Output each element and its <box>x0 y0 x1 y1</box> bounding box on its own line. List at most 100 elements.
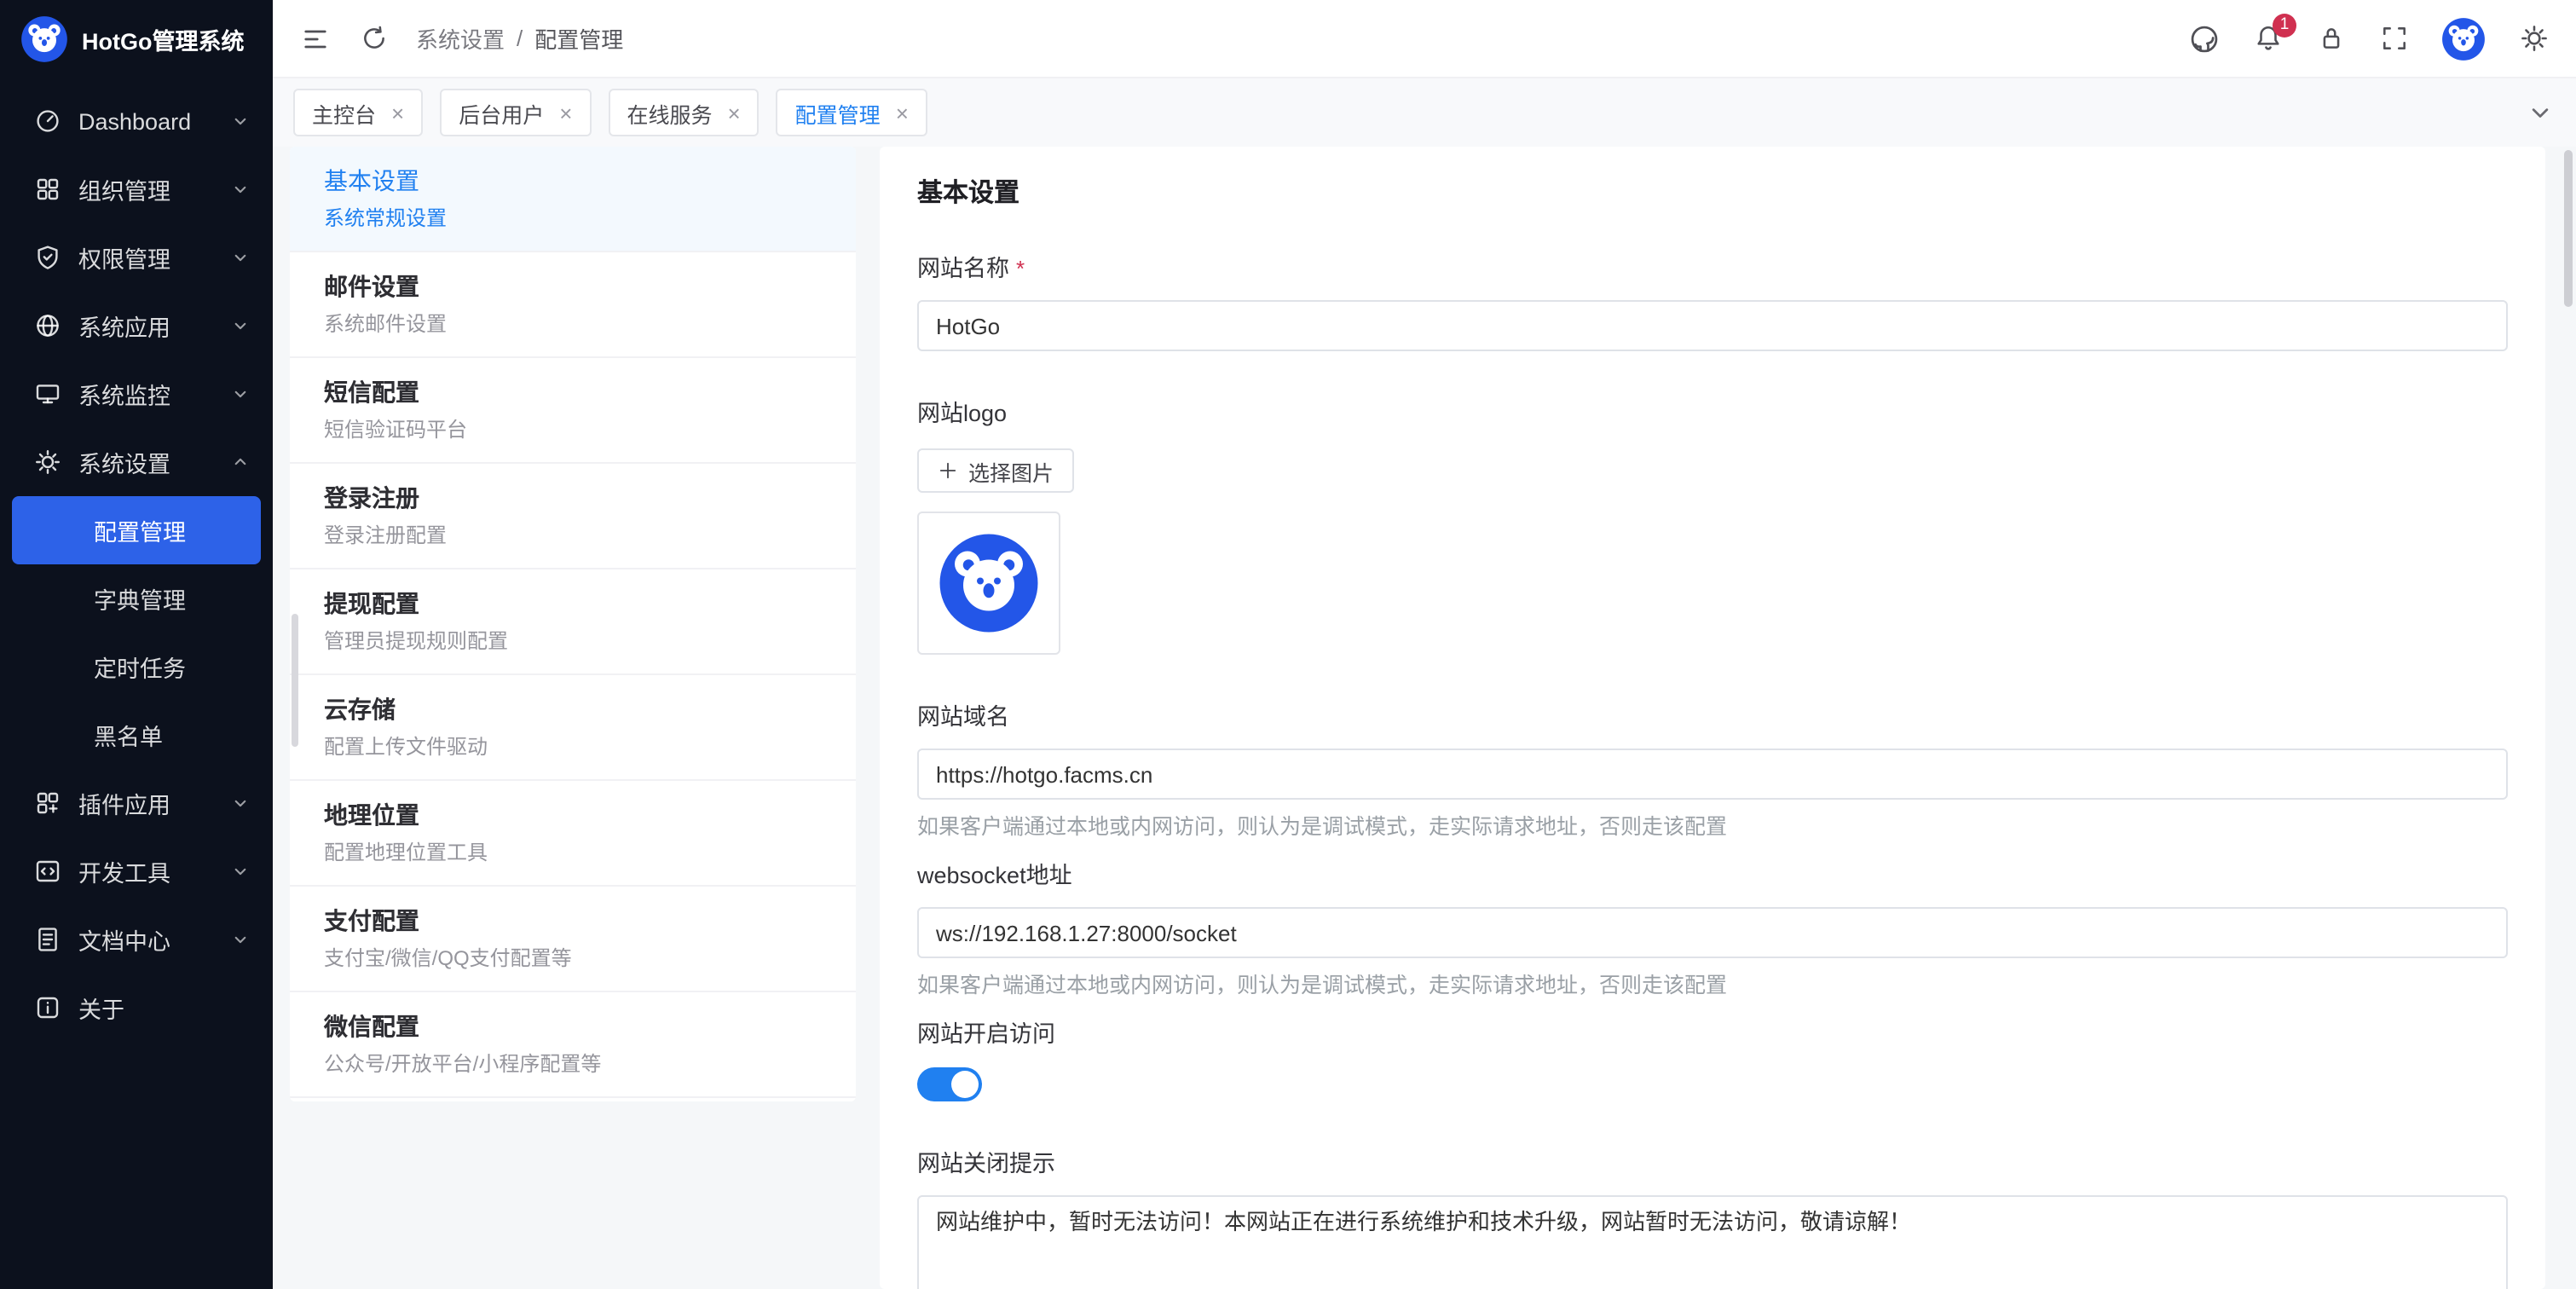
main-area: 系统设置 / 配置管理 1 主控台 × 后台用 <box>273 0 2576 1289</box>
settings-gear-icon[interactable] <box>2518 23 2549 54</box>
reload-icon[interactable] <box>358 23 389 54</box>
chevron-down-icon <box>228 382 252 406</box>
header-actions: 1 <box>2189 16 2549 61</box>
document-icon <box>34 926 61 953</box>
sidebar-subitem-dict[interactable]: 字典管理 <box>12 564 261 633</box>
settings-nav-sms[interactable]: 短信配置 短信验证码平台 <box>290 358 856 464</box>
settings-nav-title: 基本设置 <box>324 164 822 198</box>
settings-nav-title: 支付配置 <box>324 904 822 938</box>
sidebar-item-org[interactable]: 组织管理 <box>0 155 273 223</box>
sidebar-nav: Dashboard 组织管理 权限管理 系统应用 系统监控 <box>0 77 273 1289</box>
sidebar-item-about[interactable]: 关于 <box>0 974 273 1042</box>
sidebar-item-label: 插件应用 <box>78 786 228 820</box>
sidebar-item-label: Dashboard <box>78 108 228 134</box>
tab-config-manage[interactable]: 配置管理 × <box>777 89 927 136</box>
tab-label: 在线服务 <box>627 96 712 129</box>
site-name-input[interactable] <box>917 300 2508 351</box>
settings-nav-subtitle: 短信验证码平台 <box>324 416 822 445</box>
grid-icon <box>34 176 61 203</box>
required-asterisk: * <box>1016 256 1025 281</box>
site-domain-helper-text: 如果客户端通过本地或内网访问，则认为是调试模式，走实际请求地址，否则走该配置 <box>917 813 2508 841</box>
tab-admin-users[interactable]: 后台用户 × <box>440 89 591 136</box>
site-open-toggle[interactable] <box>917 1067 982 1101</box>
sidebar-item-permission[interactable]: 权限管理 <box>0 223 273 292</box>
app-title: HotGo管理系统 <box>82 21 245 55</box>
tab-close-icon[interactable]: × <box>727 101 740 124</box>
sidebar-subitem-blacklist[interactable]: 黑名单 <box>12 701 261 769</box>
settings-nav-subtitle: 支付宝/微信/QQ支付配置等 <box>324 945 822 974</box>
settings-nav-wechat[interactable]: 微信配置 公众号/开放平台/小程序配置等 <box>290 992 856 1098</box>
settings-nav-title: 短信配置 <box>324 375 822 409</box>
notification-badge: 1 <box>2273 13 2296 37</box>
breadcrumb: 系统设置 / 配置管理 <box>416 22 623 55</box>
fullscreen-icon[interactable] <box>2378 23 2409 54</box>
sidebar-subitem-config[interactable]: 配置管理 <box>12 496 261 564</box>
settings-nav-email[interactable]: 邮件设置 系统邮件设置 <box>290 252 856 358</box>
tab-label: 主控台 <box>312 96 376 129</box>
sidebar-subitem-label: 配置管理 <box>94 513 186 547</box>
top-header: 系统设置 / 配置管理 1 <box>273 0 2576 78</box>
chevron-down-icon <box>228 314 252 338</box>
sidebar-subitem-cron[interactable]: 定时任务 <box>12 633 261 701</box>
chevron-down-icon <box>228 791 252 815</box>
monitor-icon <box>34 380 61 408</box>
settings-nav-subtitle: 配置上传文件驱动 <box>324 733 822 762</box>
form-title: 基本设置 <box>917 174 2508 210</box>
site-name-label: 网站名称* <box>917 254 2508 285</box>
settings-nav-subtitle: 配置地理位置工具 <box>324 839 822 868</box>
gear-icon <box>34 448 61 476</box>
breadcrumb-separator: / <box>517 26 523 51</box>
tab-online-service[interactable]: 在线服务 × <box>608 89 759 136</box>
site-logo-thumbnail[interactable] <box>917 512 1060 655</box>
chevron-down-icon <box>228 859 252 883</box>
menu-collapse-icon[interactable] <box>300 23 331 54</box>
content-area: 基本设置 系统常规设置 邮件设置 系统邮件设置 短信配置 短信验证码平台 登录注… <box>273 147 2576 1289</box>
sidebar-item-plugins[interactable]: 插件应用 <box>0 769 273 837</box>
settings-nav-login[interactable]: 登录注册 登录注册配置 <box>290 464 856 569</box>
breadcrumb-current: 配置管理 <box>534 22 623 55</box>
chevron-down-icon <box>228 246 252 269</box>
sidebar-item-dashboard[interactable]: Dashboard <box>0 87 273 155</box>
github-icon[interactable] <box>2189 23 2220 54</box>
sidebar-item-monitor[interactable]: 系统监控 <box>0 360 273 428</box>
settings-nav-basic[interactable]: 基本设置 系统常规设置 <box>290 147 856 252</box>
sidebar-item-devtools[interactable]: 开发工具 <box>0 837 273 905</box>
settings-nav-storage[interactable]: 云存储 配置上传文件驱动 <box>290 675 856 781</box>
tab-dashboard[interactable]: 主控台 × <box>293 89 423 136</box>
breadcrumb-parent[interactable]: 系统设置 <box>416 22 505 55</box>
sidebar-item-settings[interactable]: 系统设置 <box>0 428 273 496</box>
grid-plus-icon <box>34 789 61 817</box>
settings-nav-subtitle: 系统邮件设置 <box>324 310 822 339</box>
sidebar-item-docs[interactable]: 文档中心 <box>0 905 273 974</box>
code-box-icon <box>34 858 61 885</box>
sidebar-item-label: 组织管理 <box>78 172 228 206</box>
settings-nav-title: 登录注册 <box>324 481 822 515</box>
tab-close-icon[interactable]: × <box>391 101 404 124</box>
close-tip-textarea[interactable]: 网站维护中，暂时无法访问！本网站正在进行系统维护和技术升级，网站暂时无法访问，敬… <box>917 1195 2508 1289</box>
settings-nav-subtitle: 公众号/开放平台/小程序配置等 <box>324 1050 822 1079</box>
site-domain-input[interactable] <box>917 749 2508 800</box>
websocket-input[interactable] <box>917 907 2508 958</box>
app-logo-row[interactable]: HotGo管理系统 <box>0 0 273 77</box>
tab-close-icon[interactable]: × <box>559 101 572 124</box>
tab-close-icon[interactable]: × <box>896 101 909 124</box>
tab-label: 后台用户 <box>459 96 544 129</box>
shield-icon <box>34 244 61 271</box>
site-domain-label: 网站域名 <box>917 702 2508 733</box>
choose-image-button[interactable]: 选择图片 <box>917 448 1074 493</box>
user-avatar[interactable] <box>2441 16 2486 61</box>
notification-bell-icon[interactable]: 1 <box>2252 23 2283 54</box>
settings-nav-geo[interactable]: 地理位置 配置地理位置工具 <box>290 781 856 887</box>
settings-nav-title: 地理位置 <box>324 798 822 832</box>
tab-options-chevron-icon[interactable] <box>2525 97 2556 128</box>
settings-nav-withdraw[interactable]: 提现配置 管理员提现规则配置 <box>290 569 856 675</box>
nav-card-scrollbar-thumb[interactable] <box>292 614 298 747</box>
sidebar-item-apps[interactable]: 系统应用 <box>0 292 273 360</box>
info-square-icon <box>34 994 61 1021</box>
sidebar-item-label: 系统监控 <box>78 377 228 411</box>
settings-nav-pay[interactable]: 支付配置 支付宝/微信/QQ支付配置等 <box>290 887 856 992</box>
page-scrollbar-thumb[interactable] <box>2564 150 2573 307</box>
settings-nav-title: 云存储 <box>324 692 822 726</box>
lock-icon[interactable] <box>2315 23 2346 54</box>
sidebar-item-label: 关于 <box>78 991 252 1025</box>
